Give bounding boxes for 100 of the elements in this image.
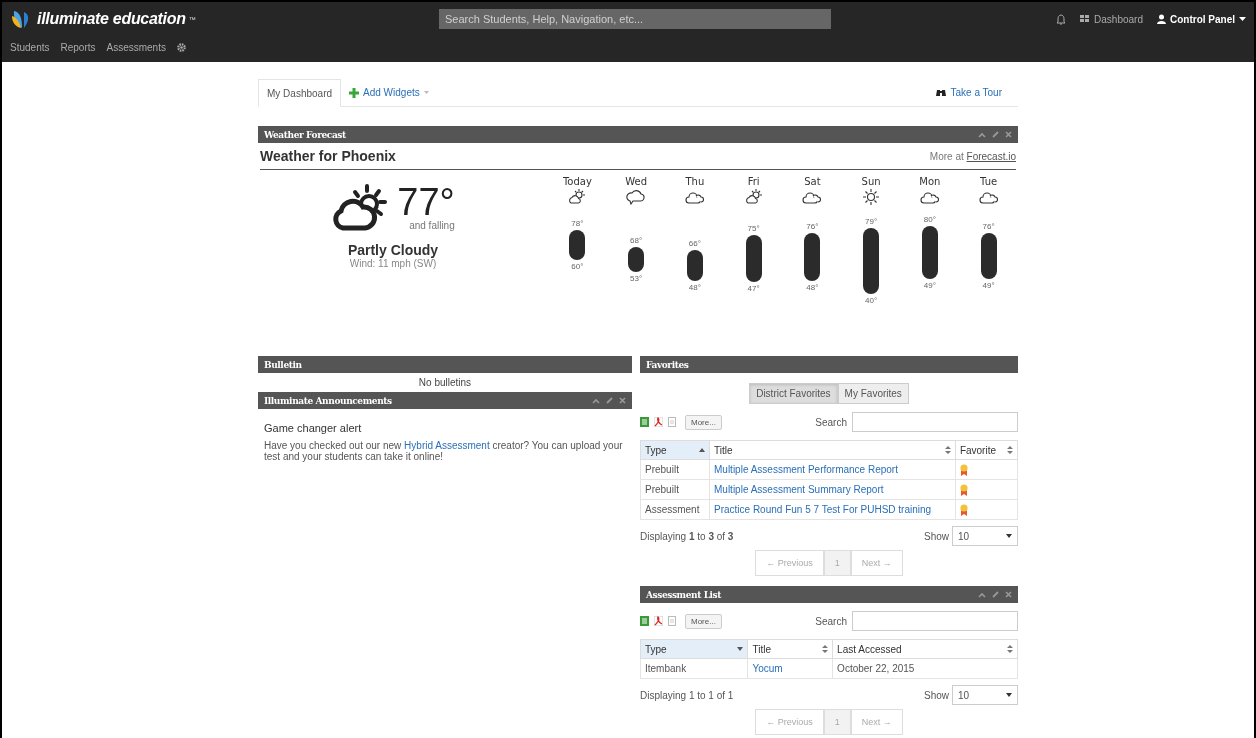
search-label: Search [815, 615, 847, 627]
report-link[interactable]: Practice Round Fun 5 7 Test For PUHSD training [714, 504, 932, 515]
dashboard-tab[interactable]: Add Widgets [341, 79, 437, 106]
edit-icon[interactable] [606, 397, 613, 404]
favorites-toggle[interactable]: My Favorites [837, 383, 909, 404]
temperature-range-bar [980, 233, 997, 280]
search-field[interactable]: Search Students, Help, Navigation, etc... [439, 9, 831, 29]
spreadsheet-icon[interactable] [640, 417, 649, 427]
close-icon[interactable] [1005, 591, 1012, 598]
forecast-day: Thu [685, 176, 705, 187]
panel-title: Bulletin [264, 359, 302, 370]
close-icon[interactable] [619, 397, 626, 404]
results-summary: Displaying 1 to 1 of 1 [640, 689, 734, 701]
page-size-select[interactable]: 10 [952, 685, 1018, 705]
ribbon-icon[interactable] [959, 463, 968, 476]
pdf-icon[interactable] [654, 616, 663, 626]
spreadsheet-icon[interactable] [640, 616, 649, 626]
forecast-day: Sat [804, 176, 821, 187]
collapse-icon[interactable] [978, 131, 986, 138]
weather-condition: Partly Cloudy [347, 242, 439, 258]
document-icon[interactable] [668, 616, 676, 626]
edit-icon[interactable] [992, 131, 999, 138]
report-link[interactable]: Multiple Assessment Summary Report [714, 484, 884, 495]
hybrid-assessment-link[interactable]: Hybrid Assessment [404, 440, 490, 451]
ribbon-icon[interactable] [959, 483, 968, 496]
favorites-toggle[interactable]: District Favorites [749, 383, 838, 404]
bell-icon[interactable] [1056, 13, 1067, 25]
grid-icon [1080, 15, 1091, 23]
forecast-day: Sun [861, 176, 881, 187]
column-header[interactable]: Last Accessed [832, 639, 1018, 659]
forecast-day: Mon [919, 176, 941, 187]
current-temperature: 77° [397, 182, 455, 222]
caret-icon [423, 91, 429, 94]
forecast-day: Today [562, 176, 592, 187]
type-cell: Itembank [640, 658, 748, 679]
column-header[interactable]: Title [709, 440, 956, 460]
sort-icon [944, 446, 951, 454]
type-cell: Prebuilt [640, 459, 710, 480]
temperature-range-bar [921, 226, 938, 280]
low-temperature: 48° [806, 282, 819, 292]
wind-text: Wind: 11 mph (SW) [349, 258, 437, 269]
nav-link[interactable]: Students [10, 41, 50, 53]
forecast-link[interactable]: Forecast.io [966, 150, 1016, 162]
high-temperature: 78° [571, 218, 584, 228]
take-tour-link[interactable]: Take a Tour [936, 86, 1018, 98]
forecast-source-text: More at Forecast.io [929, 150, 1016, 162]
dashboard-link[interactable]: Dashboard [1080, 13, 1143, 25]
high-temperature: 79° [865, 217, 878, 227]
low-temperature: 53° [630, 274, 643, 284]
edit-icon[interactable] [992, 591, 999, 598]
temperature-range-bar [804, 233, 821, 281]
ribbon-icon[interactable] [959, 503, 968, 516]
panel-title: Favorites [646, 359, 689, 370]
report-link[interactable]: Multiple Assessment Performance Report [714, 464, 898, 475]
close-icon[interactable] [1005, 131, 1012, 138]
more-button[interactable]: More... [685, 414, 722, 430]
collapse-icon[interactable] [592, 397, 600, 404]
nav-link[interactable]: Reports [60, 41, 96, 53]
collapse-icon[interactable] [978, 591, 986, 598]
forecast-day: Wed [625, 176, 648, 187]
low-temperature: 60° [571, 262, 584, 272]
low-temperature: 49° [982, 281, 995, 291]
pdf-icon[interactable] [654, 417, 663, 427]
document-icon[interactable] [668, 417, 676, 427]
page-size-select[interactable]: 10 [952, 526, 1018, 546]
report-link[interactable]: Yocum [752, 663, 783, 674]
panel-title: Illuminate Announcements [264, 395, 392, 406]
results-summary: Displaying 1 to 3 of 3 [640, 530, 734, 542]
forecast-day: Fri [747, 176, 760, 187]
sort-ascending-icon [699, 448, 705, 452]
table-search-field[interactable] [852, 412, 1018, 432]
low-temperature: 47° [747, 284, 760, 294]
panel-title: Assessment List [646, 589, 722, 600]
plus-icon [349, 87, 360, 98]
gear-icon[interactable] [176, 42, 186, 52]
control-panel-menu[interactable]: Control Panel [1157, 13, 1246, 25]
brand-name: illuminate education [37, 10, 186, 28]
panel-title: Weather Forecast [264, 129, 346, 140]
sun-icon [861, 187, 882, 206]
temperature-range-bar [745, 234, 762, 283]
temperature-range-bar [628, 246, 645, 273]
weather-title: Weather for Phoenix [260, 148, 396, 164]
low-temperature: 48° [688, 282, 701, 292]
nav-link[interactable]: Assessments [106, 41, 166, 53]
sort-icon [1007, 645, 1013, 653]
announcement-text: Have you checked out our new Hybrid Assessment creator? You can upload your test and your students can take it online! [264, 440, 624, 462]
column-header[interactable]: Title [747, 639, 833, 659]
show-label: Show [924, 530, 949, 542]
column-header[interactable]: Type [640, 639, 748, 659]
dashboard-tab[interactable]: My Dashboard [258, 79, 342, 107]
high-temperature: 66° [688, 239, 701, 249]
type-cell: Assessment [640, 499, 710, 520]
forecast-day: Tue [980, 176, 998, 187]
column-header[interactable]: Type [640, 440, 710, 460]
more-button[interactable]: More... [685, 613, 722, 629]
sun-cloud-icon [567, 187, 588, 206]
column-header[interactable]: Favorite [955, 440, 1018, 460]
date-cell: October 22, 2015 [832, 658, 1018, 679]
caret-icon [1239, 17, 1246, 21]
table-search-field[interactable] [852, 611, 1018, 631]
